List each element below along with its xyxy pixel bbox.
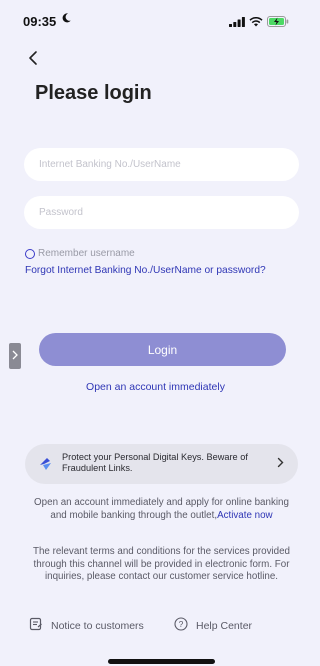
- status-bar: 09:35: [0, 0, 311, 34]
- page-title: Please login: [35, 82, 152, 104]
- password-input[interactable]: [24, 196, 299, 229]
- security-banner[interactable]: Protect your Personal Digital Keys. Bewa…: [25, 444, 298, 484]
- back-button[interactable]: [27, 50, 47, 70]
- forgot-credentials-link[interactable]: Forgot Internet Banking No./UserName or …: [25, 265, 266, 276]
- svg-text:?: ?: [179, 619, 184, 629]
- chevron-right-icon: [277, 457, 284, 471]
- signal-icon: [229, 14, 245, 32]
- open-account-link[interactable]: Open an account immediately: [0, 381, 311, 393]
- chevron-left-icon: [27, 51, 39, 70]
- status-icons: [229, 14, 289, 32]
- wifi-icon: [249, 14, 263, 32]
- notice-icon: [29, 617, 43, 634]
- remember-radio[interactable]: [25, 248, 35, 259]
- remember-username-toggle[interactable]: Remember username: [25, 248, 135, 259]
- question-circle-icon: ?: [174, 617, 188, 634]
- banner-text: Protect your Personal Digital Keys. Bewa…: [62, 452, 248, 473]
- side-drawer-tab[interactable]: [9, 343, 21, 369]
- notice-to-customers-link[interactable]: Notice to customers: [29, 617, 144, 634]
- remember-label: Remember username: [38, 248, 135, 259]
- login-button[interactable]: Login: [39, 333, 286, 366]
- status-time: 09:35: [23, 14, 57, 29]
- notice-label: Notice to customers: [51, 619, 144, 632]
- activate-now-link[interactable]: Activate now: [217, 510, 273, 521]
- home-indicator: [108, 659, 215, 664]
- info-open-account: Open an account immediately and apply fo…: [25, 497, 298, 522]
- swoosh-icon: [38, 456, 54, 472]
- info-terms: The relevant terms and conditions for th…: [32, 546, 291, 582]
- chevron-right-icon: [12, 350, 18, 363]
- moon-icon: [62, 12, 71, 26]
- help-label: Help Center: [196, 619, 253, 632]
- username-input[interactable]: [24, 148, 299, 181]
- help-center-link[interactable]: ? Help Center: [174, 617, 252, 634]
- battery-charging-icon: [267, 14, 289, 32]
